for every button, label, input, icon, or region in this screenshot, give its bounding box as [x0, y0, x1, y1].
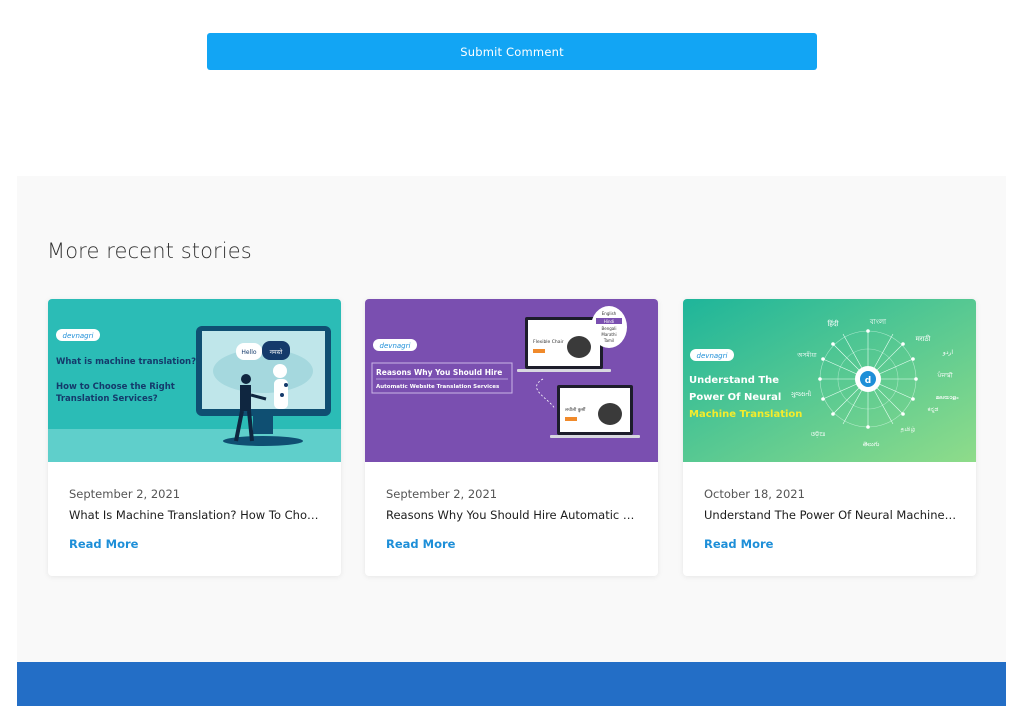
- section-title: More recent stories: [47, 239, 252, 263]
- submit-comment-button[interactable]: Submit Comment: [207, 33, 817, 70]
- svg-text:Marathi: Marathi: [601, 332, 616, 337]
- story-title[interactable]: What Is Machine Translation? How To Choo…: [69, 508, 323, 522]
- story-title[interactable]: Reasons Why You Should Hire Automatic We…: [386, 508, 640, 522]
- read-more-link[interactable]: Read More: [386, 537, 455, 551]
- svg-text:What is machine translation?: What is machine translation?: [56, 357, 196, 367]
- svg-text:d: d: [865, 376, 871, 386]
- svg-text:Understand The: Understand The: [689, 375, 779, 386]
- svg-text:Power Of Neural: Power Of Neural: [689, 392, 781, 403]
- svg-text:اردو: اردو: [942, 349, 953, 356]
- svg-text:Translation Services?: Translation Services?: [56, 394, 158, 404]
- svg-text:Reasons Why You Should Hire: Reasons Why You Should Hire: [376, 368, 502, 377]
- read-more-link[interactable]: Read More: [704, 537, 773, 551]
- svg-text:हिंदी: हिंदी: [827, 319, 838, 328]
- svg-text:लचीली कुर्सी: लचीली कुर्सी: [565, 406, 586, 413]
- svg-text:मराठी: मराठी: [916, 334, 931, 343]
- read-more-link[interactable]: Read More: [69, 537, 138, 551]
- svg-text:ଓଡ଼ିଆ: ଓଡ଼ିଆ: [811, 431, 826, 438]
- svg-text:How to Choose the Right: How to Choose the Right: [56, 382, 175, 392]
- svg-text:Flexible Chair: Flexible Chair: [533, 339, 564, 345]
- story-thumbnail[interactable]: devnagri Reasons Why You Should Hire Aut…: [365, 299, 658, 462]
- svg-text:Automatic Website Translation: Automatic Website Translation Services: [376, 384, 500, 390]
- svg-text:ਪੰਜਾਬੀ: ਪੰਜਾਬੀ: [936, 371, 952, 379]
- svg-text:Hindi: Hindi: [604, 319, 614, 324]
- recent-stories-section: More recent stories devnagri What is mac…: [17, 176, 1006, 662]
- story-thumbnail[interactable]: devnagri What is machine translation? Ho…: [48, 299, 341, 462]
- svg-text:Tamil: Tamil: [603, 338, 614, 343]
- svg-text:বাংলা: বাংলা: [869, 318, 887, 326]
- footer-band: [17, 662, 1006, 706]
- story-date: September 2, 2021: [386, 487, 498, 501]
- story-card: devnagri Understand The Power Of Neural …: [683, 299, 976, 576]
- svg-text:മലയാളം: മലയാളം: [936, 395, 959, 401]
- svg-text:ಕನ್ನಡ: ಕನ್ನಡ: [928, 406, 939, 413]
- story-card: devnagri Reasons Why You Should Hire Aut…: [365, 299, 658, 576]
- story-date: September 2, 2021: [69, 487, 181, 501]
- svg-text:தமிழ்: தமிழ்: [901, 426, 916, 433]
- story-card: devnagri What is machine translation? Ho…: [48, 299, 341, 576]
- svg-text:অসমীয়া: অসমীয়া: [796, 351, 817, 359]
- svg-text:Machine Translation: Machine Translation: [689, 409, 802, 420]
- story-thumbnail[interactable]: devnagri Understand The Power Of Neural …: [683, 299, 976, 462]
- svg-text:ગુજરાતી: ગુજરાતી: [791, 390, 812, 398]
- svg-text:नमस्ते: नमस्ते: [270, 348, 283, 356]
- devnagri-logo: devnagri: [63, 332, 94, 340]
- svg-text:Bengali: Bengali: [602, 326, 617, 331]
- svg-text:English: English: [602, 311, 617, 316]
- page: Submit Comment More recent stories devna…: [0, 0, 1024, 723]
- devnagri-logo: devnagri: [380, 342, 411, 350]
- story-title[interactable]: Understand The Power Of Neural Machine T…: [704, 508, 958, 522]
- svg-text:తెలుగు: తెలుగు: [863, 441, 880, 448]
- svg-text:Hello: Hello: [241, 349, 257, 356]
- devnagri-logo: devnagri: [697, 352, 728, 360]
- story-date: October 18, 2021: [704, 487, 805, 501]
